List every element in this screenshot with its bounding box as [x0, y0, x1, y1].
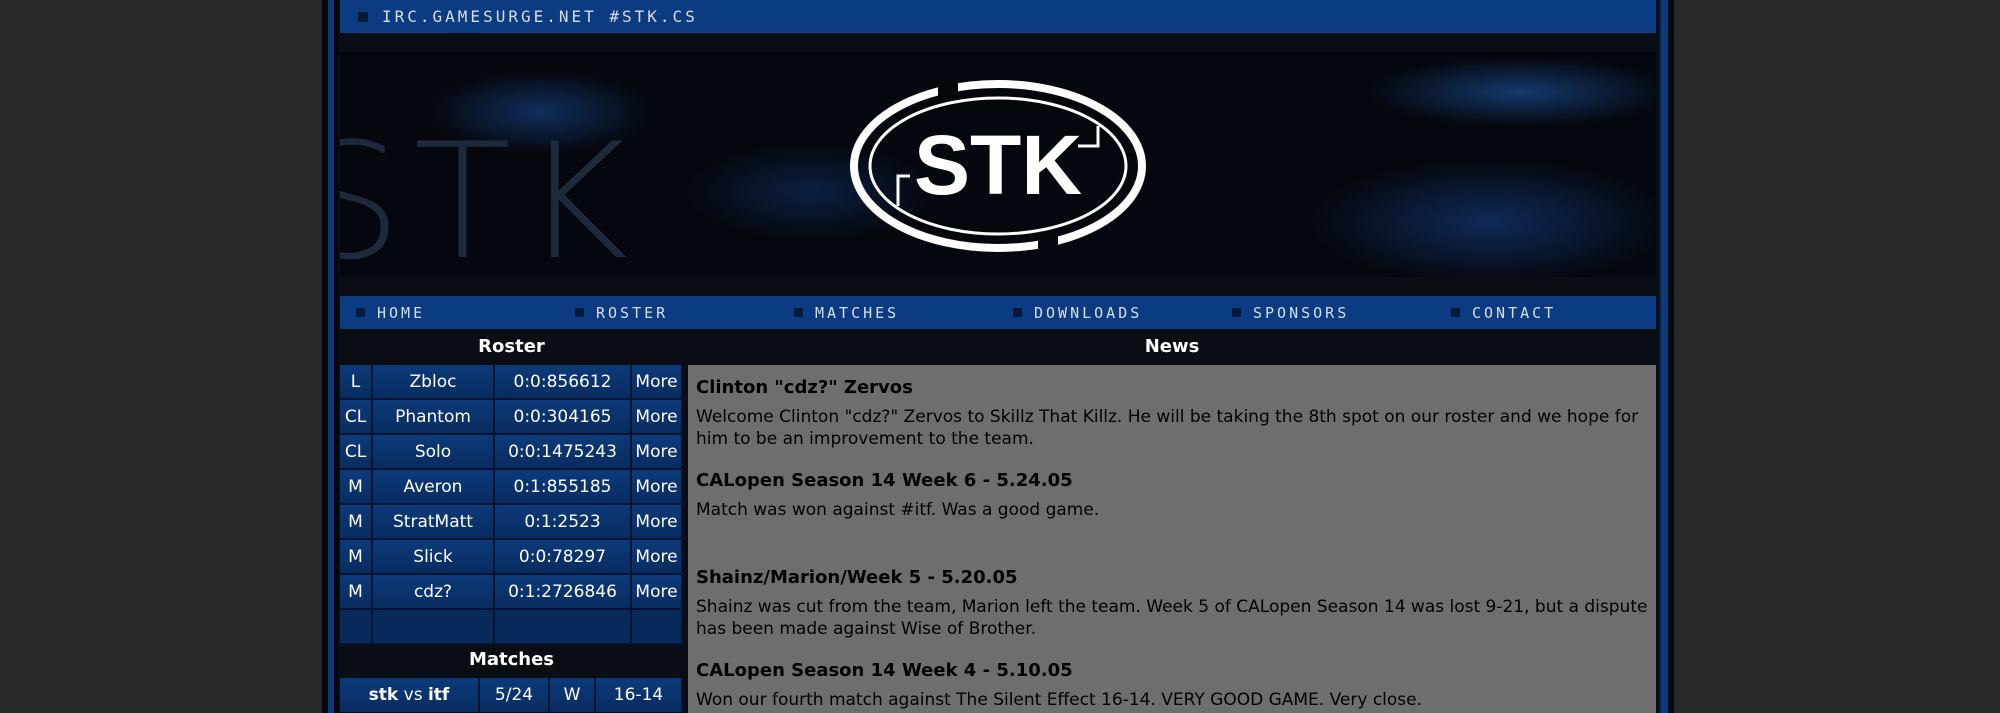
- player-name: Averon: [373, 470, 495, 505]
- news-title: CALopen Season 14 Week 4 - 5.10.05: [696, 660, 1073, 681]
- more-link[interactable]: More: [632, 365, 683, 400]
- bullet-icon: [575, 308, 584, 317]
- empty-row: [340, 610, 683, 645]
- more-link[interactable]: More: [632, 575, 683, 610]
- table-row: L Zbloc 0:0:856612 More: [340, 365, 683, 400]
- table-row: M Averon 0:1:855185 More: [340, 470, 683, 505]
- table-row: M cdz? 0:1:2726846 More: [340, 575, 683, 610]
- player-steamid: 0:1:855185: [495, 470, 632, 505]
- more-link[interactable]: More: [632, 400, 683, 435]
- more-link[interactable]: More: [632, 435, 683, 470]
- player-steamid: 0:0:304165: [495, 400, 632, 435]
- player-role: L: [340, 365, 373, 400]
- news-title: Shainz/Marion/Week 5 - 5.20.05: [696, 567, 1018, 588]
- nav-label: DOWNLOADS: [1034, 303, 1143, 322]
- nav-label: HOME: [377, 303, 426, 322]
- nav-home[interactable]: HOME: [340, 304, 559, 322]
- stk-logo[interactable]: STK: [848, 76, 1148, 256]
- player-steamid: 0:1:2726846: [495, 575, 632, 610]
- irc-text: IRC.GAMESURGE.NET #STK.CS: [382, 7, 698, 26]
- player-name: StratMatt: [373, 505, 495, 540]
- player-role: CL: [340, 435, 373, 470]
- match-date: 5/24: [480, 678, 550, 712]
- nav-label: SPONSORS: [1253, 303, 1350, 322]
- news-body: Match was won against #itf. Was a good g…: [696, 500, 1100, 520]
- player-steamid: 0:1:2523: [495, 505, 632, 540]
- news-heading: News: [1144, 335, 1200, 357]
- player-name: Zbloc: [373, 365, 495, 400]
- player-name: Slick: [373, 540, 495, 575]
- main-nav: HOME ROSTER MATCHES DOWNLOADS SPONSORS C…: [340, 296, 1656, 329]
- player-role: M: [340, 470, 373, 505]
- news-panel: Clinton "cdz?" Zervos Welcome Clinton "c…: [688, 365, 1656, 713]
- vs-label: vs: [403, 685, 423, 705]
- top-bar: IRC.GAMESURGE.NET #STK.CS: [340, 0, 1656, 35]
- nav-label: MATCHES: [815, 303, 900, 322]
- player-role: M: [340, 575, 373, 610]
- match-teams: stk vs itf: [340, 678, 480, 712]
- news-item: CALopen Season 14 Week 4 - 5.10.05 Won o…: [696, 660, 1648, 711]
- left-border: [322, 0, 338, 713]
- bullet-icon: [1013, 308, 1022, 317]
- match-score: 16-14: [596, 678, 683, 712]
- bullet-icon: [794, 308, 803, 317]
- table-row: M Slick 0:0:78297 More: [340, 540, 683, 575]
- news-title: CALopen Season 14 Week 6 - 5.24.05: [696, 470, 1073, 491]
- more-link[interactable]: More: [632, 505, 683, 540]
- nav-sponsors[interactable]: SPONSORS: [1216, 304, 1435, 322]
- logo-text: STK: [914, 118, 1082, 212]
- bullet-icon: [1451, 308, 1460, 317]
- nav-matches[interactable]: MATCHES: [778, 304, 997, 322]
- more-link[interactable]: More: [632, 470, 683, 505]
- banner-bg-text: STK: [340, 108, 641, 278]
- roster-heading: Roster: [478, 335, 545, 357]
- match-result: W: [550, 678, 596, 712]
- player-role: M: [340, 540, 373, 575]
- player-name: Phantom: [373, 400, 495, 435]
- header-banner: STK STK: [340, 52, 1656, 277]
- player-steamid: 0:0:1475243: [495, 435, 632, 470]
- player-steamid: 0:0:856612: [495, 365, 632, 400]
- bullet-icon: [356, 308, 365, 317]
- nav-contact[interactable]: CONTACT: [1435, 304, 1654, 322]
- roster-table: L Zbloc 0:0:856612 More CL Phantom 0:0:3…: [340, 365, 683, 645]
- news-body: Won our fourth match against The Silent …: [696, 690, 1423, 710]
- nav-label: ROSTER: [596, 303, 669, 322]
- news-body: Shainz was cut from the team, Marion lef…: [696, 597, 1648, 639]
- news-item: Shainz/Marion/Week 5 - 5.20.05 Shainz wa…: [696, 567, 1648, 640]
- player-steamid: 0:0:78297: [495, 540, 632, 575]
- team-name: stk: [368, 685, 399, 705]
- news-body: Welcome Clinton "cdz?" Zervos to Skillz …: [696, 407, 1639, 449]
- page-frame: IRC.GAMESURGE.NET #STK.CS STK STK HOME R…: [322, 0, 1674, 713]
- player-name: cdz?: [373, 575, 495, 610]
- player-role: CL: [340, 400, 373, 435]
- news-title: Clinton "cdz?" Zervos: [696, 377, 913, 398]
- table-row: CL Solo 0:0:1475243 More: [340, 435, 683, 470]
- nav-downloads[interactable]: DOWNLOADS: [997, 304, 1216, 322]
- table-row: CL Phantom 0:0:304165 More: [340, 400, 683, 435]
- news-item: Clinton "cdz?" Zervos Welcome Clinton "c…: [696, 377, 1648, 450]
- player-name: Solo: [373, 435, 495, 470]
- bullet-icon: [1232, 308, 1241, 317]
- player-role: M: [340, 505, 373, 540]
- nav-roster[interactable]: ROSTER: [559, 304, 778, 322]
- irc-link[interactable]: IRC.GAMESURGE.NET #STK.CS: [358, 7, 698, 26]
- nav-label: CONTACT: [1472, 303, 1557, 322]
- table-row: M StratMatt 0:1:2523 More: [340, 505, 683, 540]
- bullet-icon: [358, 11, 368, 22]
- more-link[interactable]: More: [632, 540, 683, 575]
- matches-heading: Matches: [468, 648, 555, 670]
- match-row[interactable]: stk vs itf 5/24 W 16-14: [340, 678, 683, 712]
- right-border: [1658, 0, 1674, 713]
- news-item: CALopen Season 14 Week 6 - 5.24.05 Match…: [696, 470, 1648, 547]
- opponent-name: itf: [427, 685, 450, 705]
